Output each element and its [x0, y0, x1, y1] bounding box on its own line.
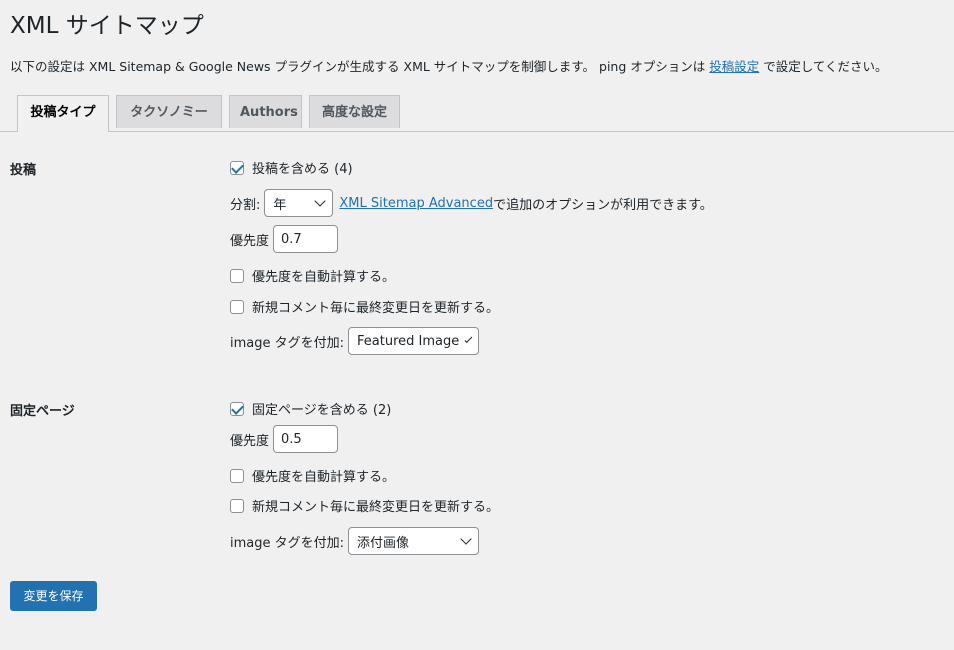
posts-include-label: 投稿を含める (4): [252, 162, 353, 177]
pages-section-label: 固定ページ: [10, 404, 75, 419]
posts-include-checkbox[interactable]: [230, 160, 244, 175]
pages-update-lastmod-checkbox[interactable]: [230, 498, 244, 513]
tab-advanced[interactable]: 高度な設定: [309, 95, 400, 128]
posts-priority-label: 優先度: [230, 233, 270, 249]
description-suffix: で設定してください。: [759, 59, 888, 74]
pages-update-lastmod-label: 新規コメント毎に最終変更日を更新する。: [252, 500, 500, 515]
xml-sitemap-advanced-link[interactable]: XML Sitemap Advanced: [339, 196, 493, 211]
posts-auto-priority-label: 優先度を自動計算する。: [252, 270, 396, 285]
pages-image-label: image タグを付加:: [230, 535, 345, 551]
pages-auto-priority-checkbox[interactable]: [230, 468, 244, 483]
posts-update-lastmod-checkbox[interactable]: [230, 299, 244, 314]
description-text: 以下の設定は XML Sitemap & Google News プラグインが生…: [10, 59, 710, 74]
advanced-suffix: で追加のオプションが利用できます。: [493, 197, 713, 213]
page-description: 以下の設定は XML Sitemap & Google News プラグインが生…: [10, 56, 887, 75]
posts-update-lastmod-row: 新規コメント毎に最終変更日を更新する。: [230, 297, 499, 316]
tab-bar: 投稿タイプ タクソノミー Authors 高度な設定: [0, 94, 954, 132]
posts-include-row: 投稿を含める (4): [230, 158, 353, 177]
posts-split-row: 分割: 年 XML Sitemap Advanced で追加のオプションが利用で…: [230, 189, 713, 217]
posts-section-label: 投稿: [10, 163, 37, 178]
page-title: XML サイトマップ: [10, 13, 204, 39]
pages-auto-priority-row: 優先度を自動計算する。: [230, 466, 395, 485]
pages-priority-label: 優先度: [230, 433, 270, 449]
pages-image-select[interactable]: 添付画像: [348, 527, 480, 555]
split-select[interactable]: 年: [264, 189, 334, 217]
posts-auto-priority-row: 優先度を自動計算する。: [230, 266, 395, 285]
split-label: 分割:: [230, 197, 261, 213]
tab-post-types[interactable]: 投稿タイプ: [17, 95, 109, 132]
posts-image-select[interactable]: Featured Image: [348, 327, 480, 355]
save-changes-button[interactable]: 変更を保存: [10, 581, 97, 611]
pages-image-row: image タグを付加: 添付画像: [230, 527, 480, 555]
pages-include-label: 固定ページを含める (2): [252, 403, 392, 418]
pages-auto-priority-label: 優先度を自動計算する。: [252, 470, 396, 485]
pages-priority-row: 優先度 0.5: [230, 425, 339, 453]
pages-image-select-value: 添付画像: [357, 535, 410, 551]
posts-priority-row: 優先度 0.7: [230, 225, 339, 253]
posts-image-row: image タグを付加: Featured Image: [230, 327, 480, 355]
posts-update-lastmod-label: 新規コメント毎に最終変更日を更新する。: [252, 301, 500, 316]
posts-image-select-value: Featured Image: [357, 333, 460, 349]
pages-update-lastmod-row: 新規コメント毎に最終変更日を更新する。: [230, 496, 499, 515]
pages-priority-input[interactable]: 0.5: [273, 425, 339, 453]
posts-priority-input[interactable]: 0.7: [273, 225, 339, 253]
chevron-down-icon: [460, 533, 472, 545]
chevron-down-icon: [314, 195, 327, 207]
writing-settings-link[interactable]: 投稿設定: [709, 59, 759, 74]
posts-image-label: image タグを付加:: [230, 335, 345, 351]
posts-auto-priority-checkbox[interactable]: [230, 268, 244, 283]
chevron-down-icon: [464, 335, 473, 343]
pages-include-checkbox[interactable]: [230, 401, 244, 416]
pages-include-row: 固定ページを含める (2): [230, 399, 391, 418]
tab-taxonomies[interactable]: タクソノミー: [116, 95, 222, 128]
tab-authors[interactable]: Authors: [229, 95, 302, 128]
split-select-value: 年: [273, 197, 287, 213]
